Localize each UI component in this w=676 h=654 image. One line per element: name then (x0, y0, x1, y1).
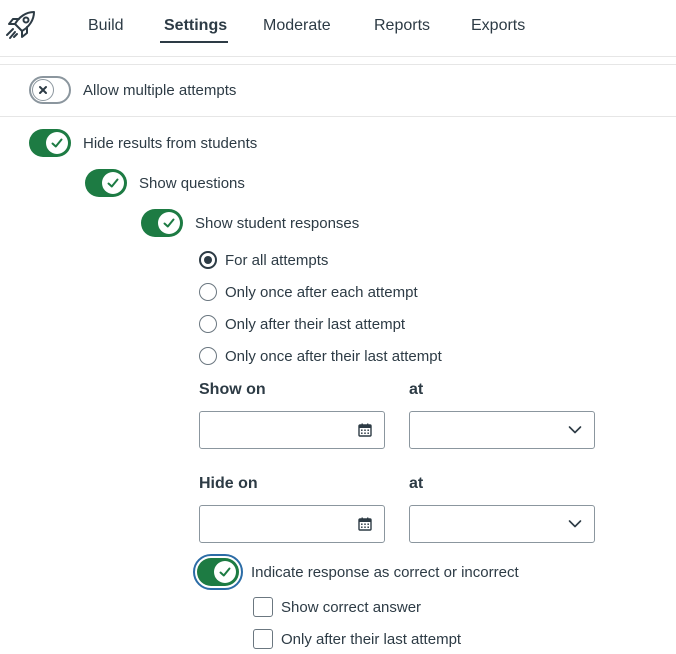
radio-option-once-after-last[interactable]: Only once after their last attempt (199, 345, 442, 367)
show-student-responses-row: Show student responses (141, 208, 359, 238)
indicate-correct-toggle[interactable] (197, 558, 239, 586)
check-icon (51, 138, 63, 148)
show-questions-toggle[interactable] (85, 169, 127, 197)
divider (0, 116, 676, 117)
show-correct-answer-checkbox[interactable] (253, 597, 273, 617)
show-correct-answer-label: Show correct answer (281, 598, 422, 616)
allow-multiple-attempts-row: Allow multiple attempts (29, 75, 236, 105)
show-on-time-select[interactable] (409, 411, 595, 449)
hide-on-date-input[interactable] (199, 505, 385, 543)
show-on-label: Show on (199, 381, 266, 398)
tab-build[interactable]: Build (88, 16, 124, 36)
hide-on-date-field[interactable] (204, 507, 344, 541)
check-icon (163, 218, 175, 228)
hide-results-row: Hide results from students (29, 128, 257, 158)
tab-settings[interactable]: Settings (164, 16, 227, 36)
radio-option-after-last[interactable]: Only after their last attempt (199, 313, 405, 335)
radio-label: Only once after their last attempt (225, 347, 442, 365)
allow-multiple-attempts-label: Allow multiple attempts (83, 81, 237, 99)
tab-exports[interactable]: Exports (471, 16, 525, 36)
tab-moderate[interactable]: Moderate (263, 16, 331, 36)
allow-multiple-attempts-toggle[interactable] (29, 76, 71, 104)
radio-button[interactable] (199, 315, 217, 333)
radio-button[interactable] (199, 251, 217, 269)
check-icon (107, 178, 119, 188)
show-student-responses-toggle[interactable] (141, 209, 183, 237)
show-on-date-field[interactable] (204, 413, 344, 447)
x-icon (39, 86, 47, 94)
rocket-icon[interactable] (4, 8, 38, 42)
hide-on-label: Hide on (199, 475, 258, 492)
show-questions-row: Show questions (85, 168, 245, 198)
chevron-down-icon (568, 426, 582, 434)
radio-button[interactable] (199, 347, 217, 365)
hide-results-toggle[interactable] (29, 129, 71, 157)
toggle-knob (102, 172, 124, 194)
only-after-last-attempt-checkbox[interactable] (253, 629, 273, 649)
show-on-date-input[interactable] (199, 411, 385, 449)
active-tab-indicator (160, 41, 228, 43)
radio-option-once-after-each[interactable]: Only once after each attempt (199, 281, 418, 303)
calendar-icon[interactable] (358, 423, 372, 437)
radio-label: For all attempts (225, 251, 329, 269)
toggle-knob (32, 79, 54, 101)
radio-option-for-all-attempts[interactable]: For all attempts (199, 249, 328, 271)
tab-reports[interactable]: Reports (374, 16, 430, 36)
only-after-last-attempt-row[interactable]: Only after their last attempt (253, 628, 461, 650)
show-student-responses-label: Show student responses (195, 214, 360, 232)
top-nav: Build Settings Moderate Reports Exports (0, 0, 676, 57)
show-correct-answer-row[interactable]: Show correct answer (253, 596, 421, 618)
show-on-at-label: at (409, 381, 424, 398)
toggle-knob (158, 212, 180, 234)
chevron-down-icon (568, 520, 582, 528)
divider (0, 64, 676, 65)
indicate-correct-label: Indicate response as correct or incorrec… (251, 563, 519, 581)
radio-button[interactable] (199, 283, 217, 301)
hide-results-label: Hide results from students (83, 134, 258, 152)
toggle-knob (46, 132, 68, 154)
check-icon (219, 567, 231, 577)
radio-label: Only once after each attempt (225, 283, 418, 301)
only-after-last-attempt-label: Only after their last attempt (281, 630, 462, 648)
toggle-knob (214, 561, 236, 583)
toggle-focus-ring (193, 554, 243, 590)
show-questions-label: Show questions (139, 174, 245, 192)
calendar-icon[interactable] (358, 517, 372, 531)
hide-on-time-select[interactable] (409, 505, 595, 543)
radio-label: Only after their last attempt (225, 315, 406, 333)
indicate-correct-row: Indicate response as correct or incorrec… (193, 553, 519, 591)
hide-on-at-label: at (409, 475, 424, 492)
